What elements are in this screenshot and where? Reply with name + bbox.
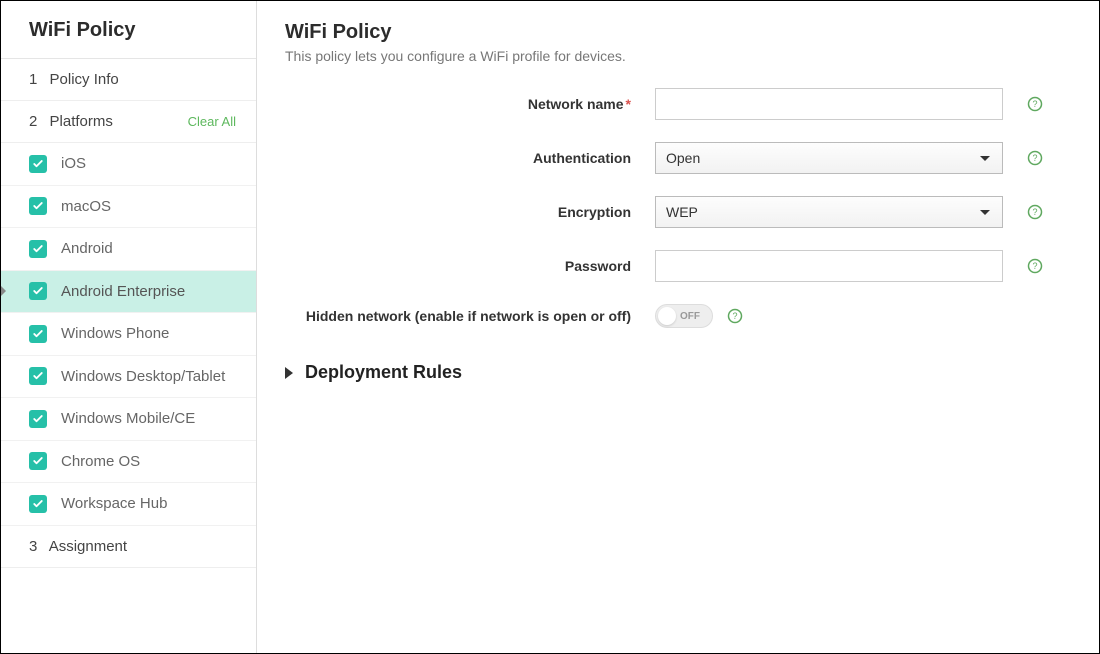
- sidebar-item-label: Workspace Hub: [61, 494, 167, 514]
- network-name-label: Network name*: [285, 96, 655, 112]
- field-authentication: Authentication Open ?: [285, 142, 1059, 174]
- app-frame: WiFi Policy 1 Policy Info 2 Platforms Cl…: [0, 0, 1100, 654]
- step-number: 3: [29, 538, 37, 555]
- svg-text:?: ?: [1032, 261, 1037, 271]
- field-hidden-network: Hidden network (enable if network is ope…: [285, 304, 1059, 328]
- sidebar-item-windows-phone[interactable]: Windows Phone: [1, 313, 256, 356]
- sidebar: WiFi Policy 1 Policy Info 2 Platforms Cl…: [1, 1, 257, 653]
- step-label: Policy Info: [50, 71, 119, 88]
- help-icon[interactable]: ?: [1027, 204, 1043, 220]
- step-number: 1: [29, 71, 37, 88]
- sidebar-item-label: Android: [61, 239, 113, 259]
- encryption-label: Encryption: [285, 204, 655, 220]
- svg-text:?: ?: [732, 311, 737, 321]
- sidebar-item-label: Windows Mobile/CE: [61, 409, 195, 429]
- checkbox-checked-icon[interactable]: [29, 197, 47, 215]
- help-icon[interactable]: ?: [727, 308, 743, 324]
- clear-all-link[interactable]: Clear All: [188, 114, 236, 129]
- svg-text:?: ?: [1032, 153, 1037, 163]
- sidebar-item-label: Windows Phone: [61, 324, 169, 344]
- field-encryption: Encryption WEP ?: [285, 196, 1059, 228]
- sidebar-item-macos[interactable]: macOS: [1, 186, 256, 229]
- sidebar-item-windows-desktop-tablet[interactable]: Windows Desktop/Tablet: [1, 356, 256, 399]
- checkbox-checked-icon[interactable]: [29, 495, 47, 513]
- sidebar-item-label: Android Enterprise: [61, 282, 185, 302]
- step-label: Platforms: [50, 113, 113, 130]
- sidebar-item-label: macOS: [61, 197, 111, 217]
- toggle-state-label: OFF: [680, 311, 700, 322]
- sidebar-item-label: iOS: [61, 154, 86, 174]
- caret-right-icon: [285, 367, 293, 379]
- svg-text:?: ?: [1032, 207, 1037, 217]
- deployment-rules-header[interactable]: Deployment Rules: [285, 362, 1059, 383]
- network-name-input[interactable]: [655, 88, 1003, 120]
- page-title: WiFi Policy: [285, 21, 1059, 44]
- select-value: Open: [666, 150, 700, 166]
- sidebar-item-windows-mobile-ce[interactable]: Windows Mobile/CE: [1, 398, 256, 441]
- checkbox-checked-icon[interactable]: [29, 282, 47, 300]
- step-label: Assignment: [49, 538, 127, 555]
- hidden-network-toggle[interactable]: OFF: [655, 304, 713, 328]
- sidebar-item-android[interactable]: Android: [1, 228, 256, 271]
- checkbox-checked-icon[interactable]: [29, 240, 47, 258]
- main-panel: WiFi Policy This policy lets you configu…: [257, 1, 1099, 653]
- deployment-rules-title: Deployment Rules: [305, 362, 462, 383]
- help-icon[interactable]: ?: [1027, 96, 1043, 112]
- checkbox-checked-icon[interactable]: [29, 452, 47, 470]
- sidebar-item-chrome-os[interactable]: Chrome OS: [1, 441, 256, 484]
- step-platforms[interactable]: 2 Platforms Clear All: [1, 101, 256, 143]
- sidebar-item-label: Windows Desktop/Tablet: [61, 367, 225, 387]
- field-network-name: Network name* ?: [285, 88, 1059, 120]
- sidebar-item-ios[interactable]: iOS: [1, 143, 256, 186]
- checkbox-checked-icon[interactable]: [29, 367, 47, 385]
- checkbox-checked-icon[interactable]: [29, 325, 47, 343]
- authentication-label: Authentication: [285, 150, 655, 166]
- step-policy-info[interactable]: 1 Policy Info: [1, 59, 256, 101]
- authentication-select[interactable]: Open: [655, 142, 1003, 174]
- checkbox-checked-icon[interactable]: [29, 155, 47, 173]
- field-password: Password ?: [285, 250, 1059, 282]
- step-assignment[interactable]: 3 Assignment: [1, 526, 256, 568]
- step-number: 2: [29, 113, 37, 130]
- checkbox-checked-icon[interactable]: [29, 410, 47, 428]
- page-subtitle: This policy lets you configure a WiFi pr…: [285, 48, 1059, 64]
- hidden-network-label: Hidden network (enable if network is ope…: [285, 308, 655, 324]
- password-input[interactable]: [655, 250, 1003, 282]
- sidebar-scroll[interactable]: 1 Policy Info 2 Platforms Clear All iOS: [1, 59, 256, 653]
- help-icon[interactable]: ?: [1027, 150, 1043, 166]
- platforms-list: iOS macOS Android: [1, 143, 256, 526]
- sidebar-title: WiFi Policy: [1, 1, 256, 59]
- sidebar-item-label: Chrome OS: [61, 452, 140, 472]
- sidebar-item-workspace-hub[interactable]: Workspace Hub: [1, 483, 256, 526]
- select-value: WEP: [666, 204, 698, 220]
- help-icon[interactable]: ?: [1027, 258, 1043, 274]
- svg-text:?: ?: [1032, 99, 1037, 109]
- encryption-select[interactable]: WEP: [655, 196, 1003, 228]
- sidebar-item-android-enterprise[interactable]: Android Enterprise: [1, 271, 256, 314]
- password-label: Password: [285, 258, 655, 274]
